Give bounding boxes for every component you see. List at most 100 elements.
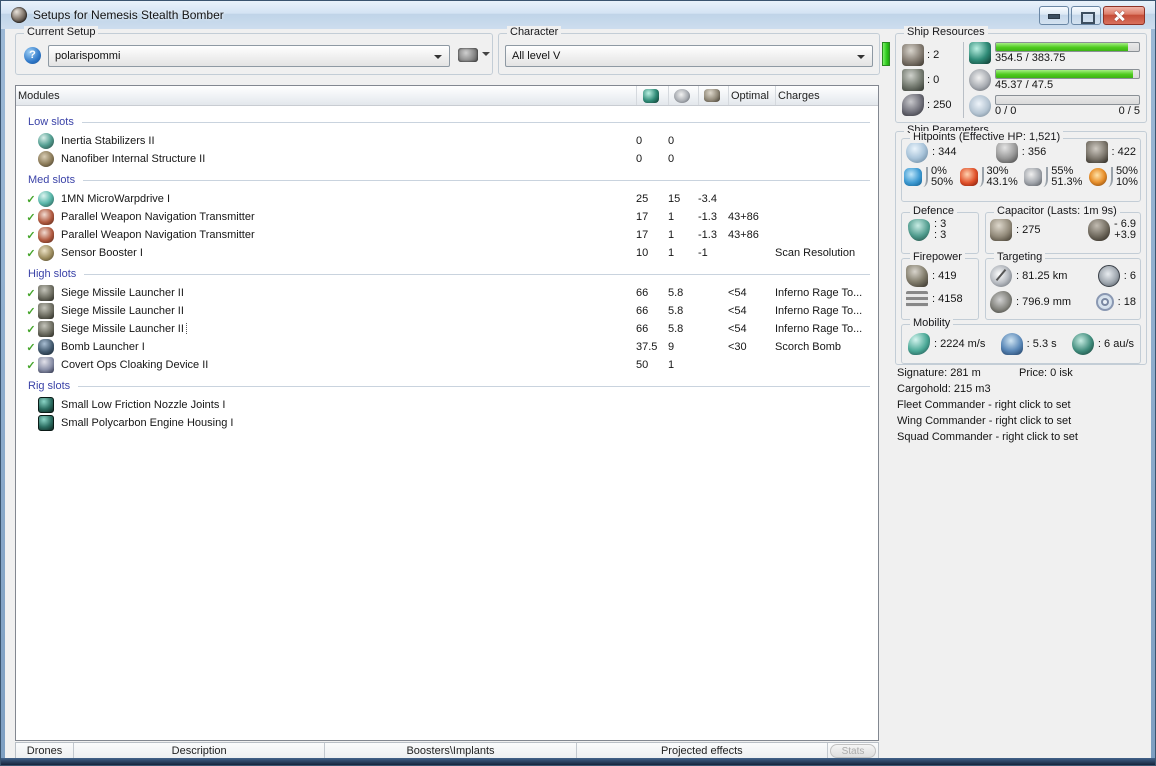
chevron-down-icon (857, 55, 865, 63)
tab-boosters-implants[interactable]: Boosters\Implants (325, 743, 577, 759)
minimize-button[interactable] (1039, 5, 1069, 25)
module-row[interactable]: ✓ Bomb Launcher I 37.5 9 <30 Scorch Bomb (16, 338, 878, 356)
price-value: Price: 0 isk (1019, 367, 1073, 379)
module-name: Covert Ops Cloaking Device II (61, 359, 209, 371)
firepower-title: Firepower (910, 251, 965, 263)
scan-resolution-value: : 796.9 mm (1016, 296, 1072, 308)
online-check-icon: ✓ (26, 229, 36, 242)
character-label: Character (507, 26, 562, 38)
module-row[interactable]: ✓ Siege Missile Launcher II 66 5.8 <54 I… (16, 284, 878, 302)
nav-transmitter-icon (38, 227, 54, 243)
targeting-group: Targeting : 81.25 km : 6 : 796.9 mm : 18 (985, 251, 1141, 320)
module-row[interactable]: ✓ Siege Missile Launcher II 66 5.8 <54 I… (16, 302, 878, 320)
online-check-icon: ✓ (26, 247, 36, 260)
module-name: Siege Missile Launcher II (61, 287, 184, 299)
charges-icon (902, 94, 924, 116)
tab-description[interactable]: Description (74, 743, 326, 759)
hitpoints-title: Hitpoints (Effective HP: 1,521) (910, 131, 1064, 143)
targeting-range-icon (990, 265, 1012, 287)
powergrid-usage-value: 45.37 / 47.5 (995, 78, 1054, 91)
optimal-column-header: Optimal (728, 86, 775, 105)
tools-dropdown-icon[interactable] (482, 52, 490, 60)
warp-speed-value: : 6 au/s (1097, 338, 1134, 350)
siege-launcher-icon (38, 303, 54, 319)
module-name: Nanofiber Internal Structure II (61, 153, 206, 165)
close-button[interactable] (1103, 5, 1145, 25)
capacitor-title: Capacitor (Lasts: 1m 9s) (994, 205, 1120, 217)
turret-hardpoints-icon (902, 44, 924, 66)
modules-header[interactable]: Modules Optimal Charges (16, 86, 878, 106)
defence-group: Defence : 3: 3 (901, 205, 979, 254)
scan-resolution-icon (990, 291, 1012, 313)
bomb-launcher-icon (38, 339, 54, 355)
max-velocity-value: : 2224 m/s (934, 338, 986, 350)
window-title: Setups for Nemesis Stealth Bomber (33, 8, 224, 22)
client-area: Current Setup polarispommi Character All… (5, 26, 1151, 760)
hull-hp-value: : 422 (1111, 146, 1136, 158)
thermal-resist-icon (959, 168, 978, 186)
online-check-icon: ✓ (26, 305, 36, 318)
current-setup-dropdown[interactable]: polarispommi (48, 45, 450, 67)
powergrid-bar (995, 68, 1140, 79)
skill-status-indicator (882, 42, 890, 66)
stats-button[interactable]: Stats (829, 744, 876, 758)
targeting-range-value: : 81.25 km (1016, 270, 1068, 282)
shield-hp-value: : 344 (932, 146, 957, 158)
nav-transmitter-icon (38, 209, 54, 225)
launcher-hardpoints-icon (902, 69, 924, 91)
online-check-icon: ✓ (26, 211, 36, 224)
module-row[interactable]: Small Polycarbon Engine Housing I (16, 414, 878, 432)
mobility-title: Mobility (910, 317, 954, 329)
firepower-group: Firepower : 419 : 4158 (901, 251, 979, 320)
current-setup-group: Current Setup polarispommi (15, 26, 493, 75)
kinetic-resist-icon (1024, 168, 1043, 186)
capacitor-recharge-value: +3.9 (1114, 229, 1136, 241)
module-row[interactable]: Nanofiber Internal Structure II 0 0 (16, 150, 878, 168)
explosive-resist-icon (1088, 168, 1107, 186)
tab-drones[interactable]: Drones (16, 743, 74, 759)
em-resist-icon (904, 168, 922, 186)
wing-commander-text[interactable]: Wing Commander - right click to set (897, 413, 1147, 429)
mobility-group: Mobility : 2224 m/s : 5.3 s : 6 au/s (901, 317, 1141, 364)
character-value: All level V (512, 50, 561, 62)
max-targets-icon (1097, 265, 1120, 287)
module-row-selected[interactable]: ✓ Siege Missile Launcher II 66 5.8 <54 I… (16, 320, 878, 338)
cpu-column-icon (643, 88, 659, 103)
module-row[interactable]: ✓ Parallel Weapon Navigation Transmitter… (16, 226, 878, 244)
title-bar[interactable]: Setups for Nemesis Stealth Bomber (1, 1, 1155, 29)
microwarpdrive-icon (38, 191, 54, 207)
module-name: Parallel Weapon Navigation Transmitter (61, 229, 255, 241)
maximize-button[interactable] (1071, 5, 1101, 25)
max-velocity-icon (908, 333, 930, 355)
module-row[interactable]: Inertia Stabilizers II 0 0 (16, 132, 878, 150)
max-targets-value: : 6 (1123, 270, 1136, 282)
module-name: Parallel Weapon Navigation Transmitter (61, 211, 255, 223)
online-check-icon: ✓ (26, 359, 36, 372)
align-time-icon (1000, 333, 1023, 355)
firepower-dps-icon (906, 265, 928, 287)
module-row[interactable]: ✓ 1MN MicroWarpdrive I 25 15 -3.4 (16, 190, 878, 208)
cloaking-device-icon (38, 357, 54, 373)
nanofiber-structure-icon (38, 151, 54, 167)
help-icon[interactable] (24, 47, 41, 64)
module-row[interactable]: ✓ Covert Ops Cloaking Device II 50 1 (16, 356, 878, 374)
module-row[interactable]: Small Low Friction Nozzle Joints I (16, 396, 878, 414)
modules-panel: Modules Optimal Charges Low slots Inerti… (15, 85, 879, 741)
capacitor-amount-value: : 275 (1016, 224, 1041, 236)
squad-commander-text[interactable]: Squad Commander - right click to set (897, 429, 1147, 445)
locked-targets-value: : 18 (1117, 296, 1136, 308)
cpu-usage-value: 354.5 / 383.75 (995, 52, 1066, 64)
character-dropdown[interactable]: All level V (505, 45, 873, 67)
defence-title: Defence (910, 205, 957, 217)
right-panel: Ship Resources : 2 : 0 : 250 354.5 / 383… (891, 26, 1149, 760)
fleet-commander-text[interactable]: Fleet Commander - right click to set (897, 397, 1147, 413)
module-name: Siege Missile Launcher II (61, 305, 184, 317)
inertia-stabilizers-icon (38, 133, 54, 149)
module-row[interactable]: ✓ Sensor Booster I 10 1 -1 Scan Resoluti… (16, 244, 878, 262)
ship-tools-icon[interactable] (458, 48, 478, 62)
tab-projected-effects[interactable]: Projected effects (577, 743, 828, 759)
turret-hardpoints-value: : 2 (927, 49, 940, 61)
capacitor-amount-icon (990, 219, 1012, 241)
module-row[interactable]: ✓ Parallel Weapon Navigation Transmitter… (16, 208, 878, 226)
signature-value: Signature: 281 m (897, 367, 981, 379)
